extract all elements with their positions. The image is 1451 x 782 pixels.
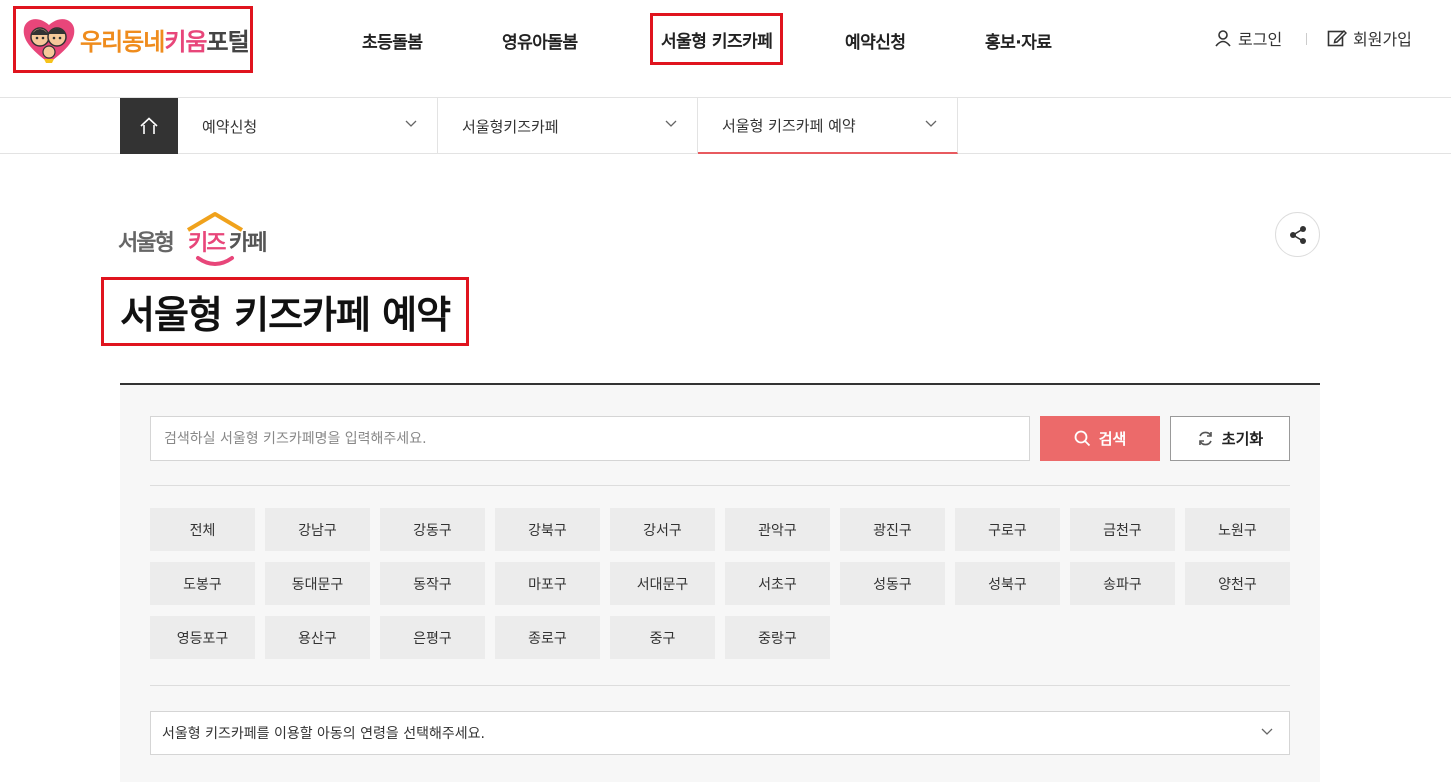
user-icon xyxy=(1215,30,1231,47)
kids-cafe-brand-logo: 서울형 키즈 카페 xyxy=(118,212,268,266)
district-button[interactable]: 중랑구 xyxy=(725,616,830,659)
district-button[interactable]: 관악구 xyxy=(725,508,830,551)
breadcrumb: 예약신청 서울형키즈카페 서울형 키즈카페 예약 xyxy=(0,98,1451,154)
page-title-box: 서울형 키즈카페 예약 xyxy=(101,277,469,346)
district-button[interactable]: 구로구 xyxy=(955,508,1060,551)
breadcrumb-depth3-label: 서울형 키즈카페 예약 xyxy=(722,116,856,135)
district-button[interactable]: 광진구 xyxy=(840,508,945,551)
district-button[interactable]: 동대문구 xyxy=(265,562,370,605)
district-button[interactable]: 성북구 xyxy=(955,562,1060,605)
search-button[interactable]: 검색 xyxy=(1040,416,1160,461)
util-divider xyxy=(1306,33,1307,45)
district-button[interactable]: 강동구 xyxy=(380,508,485,551)
login-link[interactable]: 로그인 xyxy=(1214,26,1282,50)
cafe-search-input[interactable] xyxy=(150,416,1030,461)
divider xyxy=(150,485,1290,486)
edit-icon xyxy=(1327,29,1347,47)
chevron-down-icon xyxy=(665,120,677,127)
child-age-select-value: 서울형 키즈카페를 이용할 아동의 연령을 선택해주세요. xyxy=(162,726,485,742)
district-button[interactable]: 양천구 xyxy=(1185,562,1290,605)
search-icon xyxy=(1074,430,1090,447)
logo-text-part2: 키움 xyxy=(164,28,207,56)
logo-heart-icon xyxy=(23,18,75,63)
page-title: 서울형 키즈카페 예약 xyxy=(120,293,451,337)
search-button-label: 검색 xyxy=(1098,430,1127,448)
site-header: 우리동네키움포털 초등돌봄 영유아돌봄 서울형 키즈카페 예약신청 홍보·자료 … xyxy=(0,0,1451,98)
district-button[interactable]: 종로구 xyxy=(495,616,600,659)
reset-button[interactable]: 초기화 xyxy=(1170,416,1290,461)
district-button[interactable]: 강남구 xyxy=(265,508,370,551)
district-button[interactable]: 강서구 xyxy=(610,508,715,551)
district-button[interactable]: 용산구 xyxy=(265,616,370,659)
breadcrumb-depth2-select[interactable]: 서울형키즈카페 xyxy=(438,98,698,154)
nav-item-elementary-care[interactable]: 초등돌봄 xyxy=(362,28,423,53)
district-button[interactable]: 서초구 xyxy=(725,562,830,605)
district-button[interactable]: 서대문구 xyxy=(610,562,715,605)
refresh-icon xyxy=(1198,431,1212,446)
nav-item-promotion[interactable]: 홍보·자료 xyxy=(985,28,1052,53)
district-button[interactable]: 강북구 xyxy=(495,508,600,551)
district-button[interactable]: 성동구 xyxy=(840,562,945,605)
district-button[interactable]: 마포구 xyxy=(495,562,600,605)
svg-text:키즈: 키즈 xyxy=(188,231,226,256)
search-panel: 검색 초기화 전체 강남구 강동구 강북구 강서구 관악구 광진구 구로구 금천… xyxy=(120,383,1320,782)
share-button[interactable] xyxy=(1275,212,1320,257)
logo-text-part1: 우리동네 xyxy=(80,28,165,56)
breadcrumb-depth1-label: 예약신청 xyxy=(202,117,258,136)
svg-text:서울형: 서울형 xyxy=(118,231,173,256)
nav-item-infant-care[interactable]: 영유아돌봄 xyxy=(502,28,578,53)
district-button[interactable]: 노원구 xyxy=(1185,508,1290,551)
district-button[interactable]: 중구 xyxy=(610,616,715,659)
login-label: 로그인 xyxy=(1238,30,1283,49)
chevron-down-icon xyxy=(1261,728,1273,735)
nav-item-kids-cafe[interactable]: 서울형 키즈카페 xyxy=(650,13,784,65)
divider xyxy=(150,685,1290,686)
site-logo[interactable]: 우리동네키움포털 xyxy=(13,6,253,73)
district-button[interactable]: 은평구 xyxy=(380,616,485,659)
home-icon xyxy=(140,117,158,134)
district-button[interactable]: 금천구 xyxy=(1070,508,1175,551)
child-age-select[interactable]: 서울형 키즈카페를 이용할 아동의 연령을 선택해주세요. xyxy=(150,711,1290,755)
logo-text-part3: 포털 xyxy=(206,28,250,56)
district-filter-grid: 전체 강남구 강동구 강북구 강서구 관악구 광진구 구로구 금천구 노원구 도… xyxy=(150,508,1300,659)
breadcrumb-depth2-label: 서울형키즈카페 xyxy=(462,117,559,136)
svg-text:카페: 카페 xyxy=(229,231,266,256)
chevron-down-icon xyxy=(405,120,417,127)
district-button[interactable]: 동작구 xyxy=(380,562,485,605)
breadcrumb-depth3-select[interactable]: 서울형 키즈카페 예약 xyxy=(698,98,958,154)
reset-button-label: 초기화 xyxy=(1221,430,1264,448)
signup-link[interactable]: 회원가입 xyxy=(1327,26,1412,50)
district-button[interactable]: 송파구 xyxy=(1070,562,1175,605)
nav-item-reservation[interactable]: 예약신청 xyxy=(845,28,906,53)
district-button[interactable]: 영등포구 xyxy=(150,616,255,659)
district-button[interactable]: 도봉구 xyxy=(150,562,255,605)
chevron-down-icon xyxy=(925,120,937,127)
signup-label: 회원가입 xyxy=(1353,30,1412,49)
home-button[interactable] xyxy=(120,98,178,154)
share-icon xyxy=(1289,225,1306,244)
breadcrumb-depth1-select[interactable]: 예약신청 xyxy=(178,98,438,154)
logo-text: 우리동네키움포털 xyxy=(80,22,250,57)
district-button[interactable]: 전체 xyxy=(150,508,255,551)
